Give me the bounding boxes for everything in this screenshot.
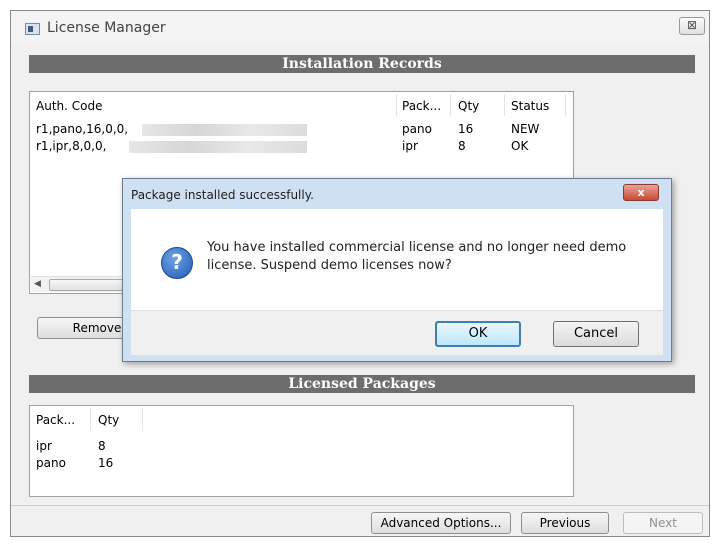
status-cell: OK [511, 139, 529, 153]
previous-button[interactable]: Previous [521, 512, 609, 534]
advanced-options-button[interactable]: Advanced Options... [371, 512, 511, 534]
licensed-packages-header: Licensed Packages [29, 375, 695, 393]
package-cell: ipr [36, 439, 52, 453]
title-bar: License Manager ⊠ [11, 11, 709, 45]
qty-cell: 16 [458, 122, 474, 136]
scroll-left-arrow-icon[interactable]: ◀ [34, 277, 41, 292]
column-package[interactable]: Pack... [36, 413, 75, 427]
package-cell: pano [36, 456, 66, 470]
dialog-title: Package installed successfully. [131, 188, 314, 202]
table-row[interactable]: r1,pano,16,0,0, pano 16 NEW [30, 122, 573, 138]
scrollbar-thumb[interactable] [49, 279, 131, 291]
app-window-icon [25, 23, 40, 35]
confirmation-dialog: Package installed successfully. x ? You … [122, 178, 672, 362]
next-button[interactable]: Next [623, 512, 703, 534]
auth-code-cell: r1,pano,16,0,0, [36, 122, 129, 136]
table-row[interactable]: r1,ipr,8,0,0, ipr 8 OK [30, 139, 573, 155]
column-package[interactable]: Pack... [402, 99, 441, 113]
qty-cell: 16 [98, 456, 114, 470]
footer-divider [11, 505, 709, 506]
qty-cell: 8 [458, 139, 466, 153]
licensed-packages-list[interactable]: Pack... Qty ipr 8 pano 16 [29, 405, 574, 497]
installation-records-header: Installation Records [29, 55, 695, 73]
ok-button[interactable]: OK [435, 321, 521, 347]
package-cell: ipr [402, 139, 418, 153]
horizontal-scrollbar[interactable]: ◀ [31, 276, 131, 292]
dialog-message: You have installed commercial license an… [207, 240, 627, 273]
auth-code-cell: r1,ipr,8,0,0, [36, 139, 107, 153]
package-cell: pano [402, 122, 432, 136]
list-header: Auth. Code Pack... Qty Status [30, 92, 573, 118]
redacted-auth-code [129, 141, 307, 153]
column-auth-code[interactable]: Auth. Code [36, 99, 102, 113]
column-qty[interactable]: Qty [458, 99, 479, 113]
dialog-body: ? You have installed commercial license … [131, 209, 663, 355]
window-title: License Manager [47, 20, 166, 36]
qty-cell: 8 [98, 439, 106, 453]
list-item[interactable]: ipr 8 [30, 439, 573, 454]
window-close-button[interactable]: ⊠ [679, 17, 705, 35]
redacted-auth-code [142, 124, 307, 136]
dialog-close-button[interactable]: x [623, 184, 659, 201]
list-item[interactable]: pano 16 [30, 456, 573, 471]
column-qty[interactable]: Qty [98, 413, 119, 427]
status-cell: NEW [511, 122, 540, 136]
cancel-button[interactable]: Cancel [553, 321, 639, 347]
question-icon: ? [161, 247, 193, 279]
column-status[interactable]: Status [511, 99, 549, 113]
dialog-button-bar: OK Cancel [131, 310, 663, 355]
list-header: Pack... Qty [30, 406, 573, 432]
